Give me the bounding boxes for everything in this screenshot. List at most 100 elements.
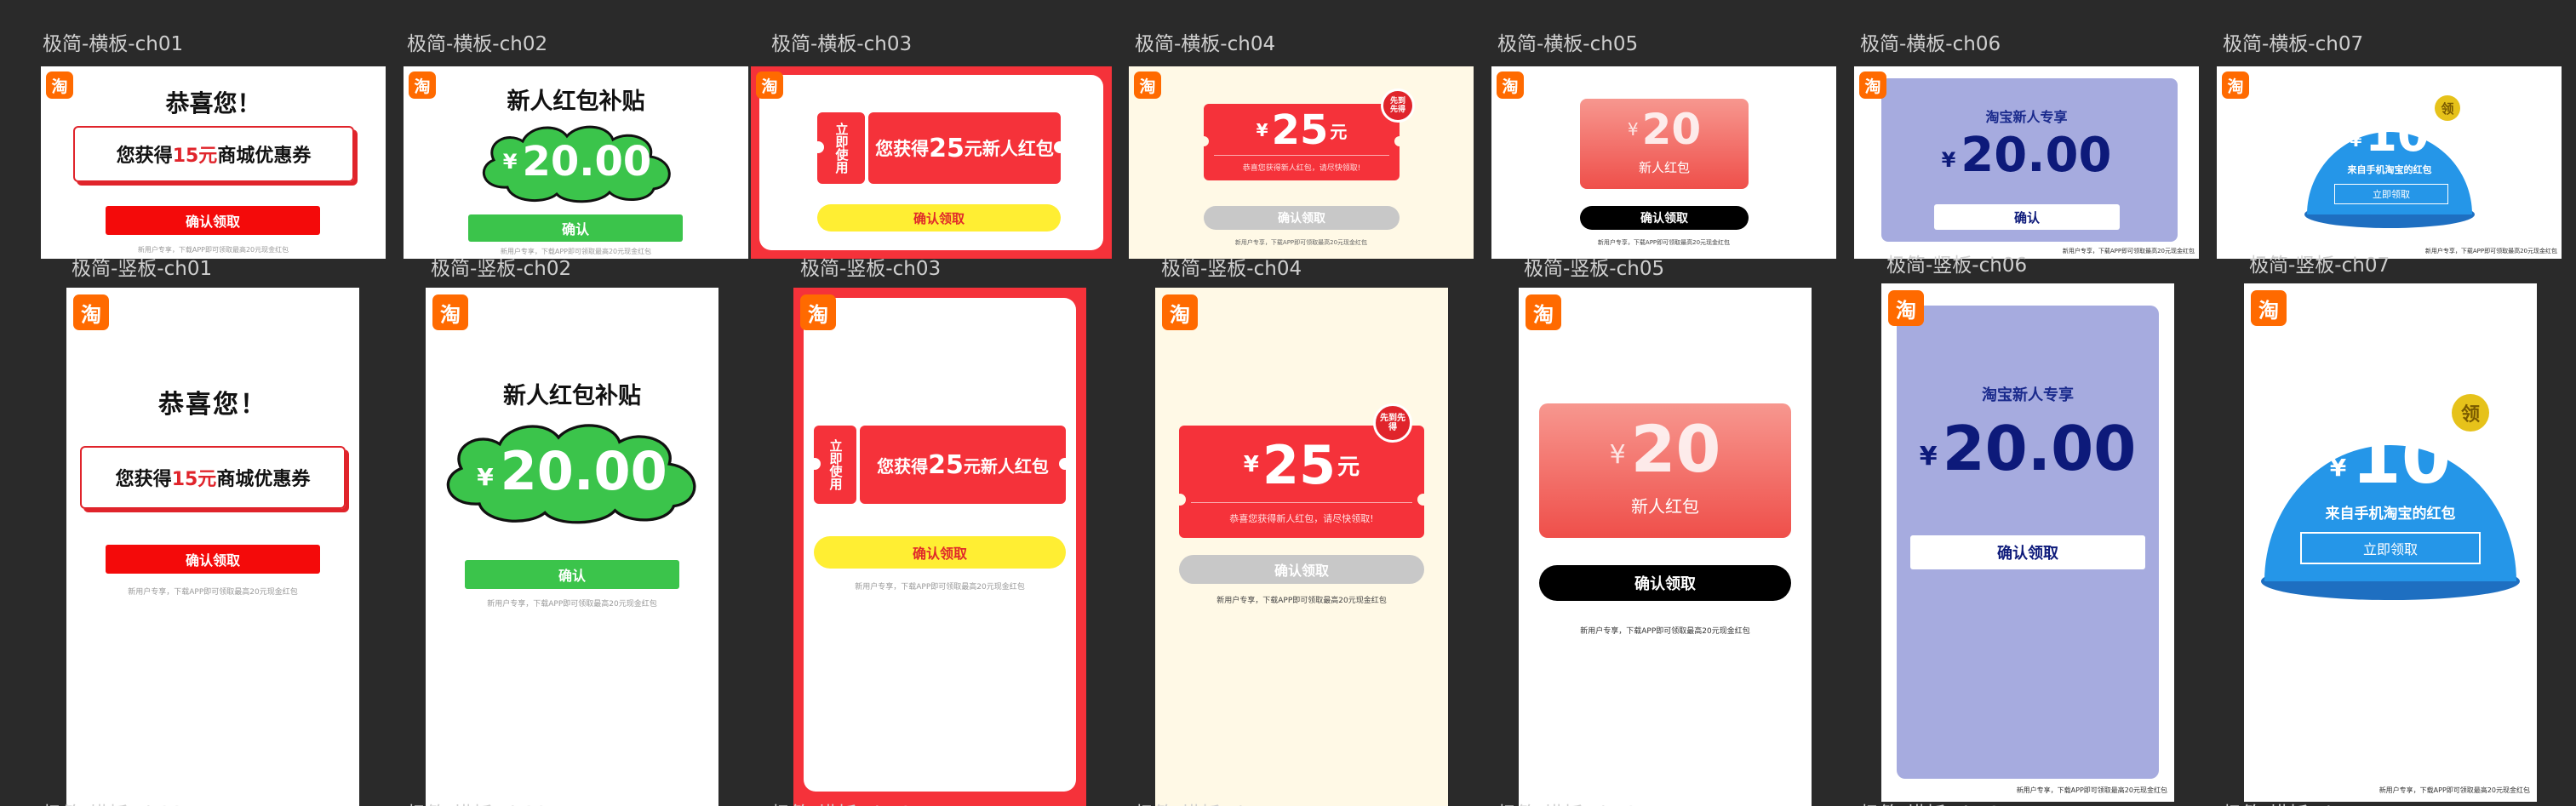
amount: 10 bbox=[2365, 107, 2430, 162]
artboard-h-ch05[interactable]: 淘 ¥20 新人红包 确认领取 新用户专享，下载APP即可领取最高20元现金红包 bbox=[1491, 66, 1836, 259]
coupon-main: 您获得 25 元新人红包 bbox=[868, 112, 1061, 184]
artboard-v-ch03[interactable]: 淘 立即使用 您获得 25 元新人红包 确认领取 新用户专享，下载APP即可领取最高… bbox=[793, 288, 1086, 806]
artboard-label-bottom[interactable]: 极简-横板-ch12 bbox=[1497, 797, 1638, 806]
artboard-label-h-ch05[interactable]: 极简-横板-ch05 bbox=[1497, 27, 1638, 56]
use-now-stub[interactable]: 立即使用 bbox=[817, 112, 865, 184]
title: 恭喜您！ bbox=[165, 89, 261, 117]
artboard-label-h-ch04[interactable]: 极简-横板-ch04 bbox=[1135, 27, 1275, 56]
coupon-suffix: 元新人红包 bbox=[963, 455, 1049, 477]
confirm-button[interactable]: 确认领取 bbox=[817, 204, 1061, 232]
confirm-button[interactable]: 确认领取 bbox=[1539, 565, 1791, 601]
artboard-v-ch06[interactable]: 淘 淘宝新人专享 ¥20.00 确认领取 新用户专享，下载APP即可领取最高20… bbox=[1881, 283, 2174, 802]
amount: 20 bbox=[1641, 105, 1702, 154]
currency-symbol: ¥ bbox=[1243, 452, 1259, 477]
artboard-label-v-ch05[interactable]: 极简-竖板-ch05 bbox=[1524, 252, 1664, 281]
artboard-h-ch06[interactable]: 淘 淘宝新人专享 ¥20.00 确认 新用户专享，下载APP即可领取最高20元现… bbox=[1854, 66, 2199, 259]
confirm-button[interactable]: 确认领取 bbox=[1580, 206, 1749, 230]
subtitle: 新人红包 bbox=[1638, 159, 1690, 175]
confirm-button[interactable]: 确认领取 bbox=[106, 206, 320, 235]
artboard-label-v-ch03[interactable]: 极简-竖板-ch03 bbox=[800, 252, 941, 281]
amount-wrap: ¥10 bbox=[2302, 107, 2477, 162]
artboard-label-bottom[interactable]: 极简-横板-ch08 bbox=[43, 797, 183, 806]
title: 淘宝新人专享 bbox=[1982, 386, 2074, 404]
artboard-label-bottom[interactable]: 极简-横板-ch11 bbox=[1135, 797, 1275, 806]
amount-wrap: ¥20.00 bbox=[1881, 413, 2174, 484]
taobao-logo-icon: 淘 bbox=[800, 294, 836, 330]
artboard-label-bottom[interactable]: 极简-横板-ch10 bbox=[771, 797, 912, 806]
amount-unit: 元 bbox=[1330, 121, 1348, 142]
confirm-button[interactable]: 确认领取 bbox=[1179, 555, 1424, 584]
amount-wrap: ¥20.00 bbox=[434, 415, 710, 526]
artboard-label-bottom[interactable]: 极简-横板-ch09 bbox=[407, 797, 547, 806]
red-packet-card: ¥20 新人红包 bbox=[1539, 403, 1791, 538]
artboard-h-ch01[interactable]: 淘 恭喜您！ 您获得 15元 商城优惠券 确认领取 新用户专享，下载APP即可领取最… bbox=[41, 66, 386, 259]
confirm-button[interactable]: 确认领取 bbox=[1910, 535, 2145, 569]
artboard-label-v-ch02[interactable]: 极简-竖板-ch02 bbox=[431, 252, 571, 281]
artboard-label-v-ch06[interactable]: 极简-竖板-ch06 bbox=[1886, 249, 2027, 277]
claim-now-button[interactable]: 立即领取 bbox=[2334, 184, 2448, 204]
artboard-label-v-ch07[interactable]: 极简-竖板-ch07 bbox=[2249, 249, 2390, 277]
artboard-label-h-ch07[interactable]: 极简-横板-ch07 bbox=[2223, 27, 2363, 56]
subtitle: 来自手机淘宝的红包 bbox=[2347, 164, 2432, 175]
coupon-ticket: ¥25 元 恭喜您获得新人红包，请尽快领取! bbox=[1204, 104, 1400, 180]
coupon-suffix: 元新人红包 bbox=[964, 139, 1054, 159]
artboard-label-bottom[interactable]: 极简-横板-ch13 bbox=[1860, 797, 2001, 806]
artboard-label-h-ch02[interactable]: 极简-横板-ch02 bbox=[407, 27, 547, 56]
artboard-label-v-ch04[interactable]: 极简-竖板-ch04 bbox=[1161, 252, 1302, 281]
artboard-v-ch07[interactable]: 淘 领 ¥10 来自手机淘宝的红包 立即领取 新用户专享，下载APP即可领取最高… bbox=[2244, 283, 2537, 802]
currency-symbol: ¥ bbox=[1627, 119, 1639, 140]
coupon-amount: 15元 bbox=[171, 469, 217, 490]
title: 新人红包补贴 bbox=[503, 382, 641, 409]
notch bbox=[809, 458, 821, 470]
artboard-label-v-ch01[interactable]: 极简-竖板-ch01 bbox=[72, 252, 212, 281]
currency-symbol: ¥ bbox=[2329, 453, 2347, 482]
taobao-logo-icon: 淘 bbox=[1497, 71, 1524, 99]
title: 淘宝新人专享 bbox=[1985, 109, 2068, 125]
taobao-logo-icon: 淘 bbox=[73, 294, 109, 330]
footer-note: 新用户专享，下载APP即可领取最高20元现金红包 bbox=[487, 600, 657, 609]
coupon-suffix: 商城优惠券 bbox=[216, 469, 311, 490]
taobao-logo-icon: 淘 bbox=[2222, 71, 2249, 99]
artboard-label-h-ch03[interactable]: 极简-横板-ch03 bbox=[771, 27, 912, 56]
artboard-v-ch01[interactable]: 淘 恭喜您！ 您获得 15元 商城优惠券 确认领取 新用户专享，下载APP即可领取最… bbox=[66, 288, 359, 806]
title: 新人红包补贴 bbox=[507, 88, 645, 115]
confirm-button[interactable]: 确认领取 bbox=[106, 545, 320, 574]
artboard-h-ch07[interactable]: 淘 领 ¥10 来自手机淘宝的红包 立即领取 新用户专享，下载APP即可领取最高… bbox=[2217, 66, 2562, 259]
artboard-h-ch04[interactable]: 淘 ¥25 元 恭喜您获得新人红包，请尽快领取! 先到先得 确认领取 新用户专享，… bbox=[1129, 66, 1474, 259]
coupon-amount: 25 bbox=[929, 133, 965, 163]
amount: 25 bbox=[1262, 433, 1337, 496]
artboard-v-ch05[interactable]: 淘 ¥20 新人红包 确认领取 新用户专享，下载APP即可领取最高20元现金红包 bbox=[1519, 288, 1812, 806]
taobao-logo-icon: 淘 bbox=[2251, 290, 2287, 326]
confirm-button[interactable]: 确认 bbox=[468, 214, 683, 242]
confirm-button[interactable]: 确认 bbox=[465, 560, 679, 589]
artboard-v-ch04[interactable]: 淘 ¥25 元 恭喜您获得新人红包，请尽快领取! 先到先得 确认领取 新用户专享，… bbox=[1155, 288, 1448, 806]
amount-wrap: ¥20 bbox=[1539, 410, 1791, 487]
amount: 20 bbox=[1630, 410, 1721, 487]
amount-unit: 元 bbox=[1337, 454, 1360, 480]
artboard-h-ch03[interactable]: 淘 立即使用 您获得 25 元新人红包 确认领取 bbox=[751, 66, 1112, 259]
artboard-label-h-ch06[interactable]: 极简-横板-ch06 bbox=[1860, 27, 2001, 56]
amount-wrap: ¥20.00 bbox=[1854, 128, 2199, 183]
currency-symbol: ¥ bbox=[1941, 148, 1956, 172]
confirm-button[interactable]: 确认 bbox=[1934, 204, 2120, 230]
claim-now-button[interactable]: 立即领取 bbox=[2300, 532, 2481, 564]
artboard-h-ch02[interactable]: 淘 新人红包补贴 ¥20.00 确认 新用户专享，下载APP即可领取最高20元现… bbox=[404, 66, 748, 259]
confirm-button[interactable]: 确认领取 bbox=[1204, 206, 1400, 230]
artboard-label-bottom[interactable]: 极简-横板-ch14 bbox=[2223, 797, 2363, 806]
currency-symbol: ¥ bbox=[502, 150, 518, 174]
currency-symbol: ¥ bbox=[1609, 439, 1626, 470]
notch bbox=[1059, 458, 1071, 470]
coupon-box: 您获得 15元 商城优惠券 bbox=[73, 126, 354, 182]
first-come-badge: 先到先得 bbox=[1381, 89, 1415, 123]
notch bbox=[1054, 141, 1066, 153]
footer-note: 新用户专享，下载APP即可领取最高20元现金红包 bbox=[1216, 597, 1387, 605]
artboard-label-h-ch01[interactable]: 极简-横板-ch01 bbox=[43, 27, 183, 56]
amount-wrap: ¥20 bbox=[1580, 105, 1749, 154]
amount-wrap: ¥20.00 bbox=[473, 119, 681, 204]
amount: 20.00 bbox=[500, 439, 667, 502]
coupon-prefix: 您获得 bbox=[877, 455, 929, 477]
amount: 20.00 bbox=[522, 138, 652, 186]
confirm-button[interactable]: 确认领取 bbox=[814, 536, 1066, 569]
artboard-v-ch02[interactable]: 淘 新人红包补贴 ¥20.00 确认 新用户专享，下载APP即可领取最高20元现… bbox=[426, 288, 718, 806]
taobao-logo-icon: 淘 bbox=[432, 294, 468, 330]
